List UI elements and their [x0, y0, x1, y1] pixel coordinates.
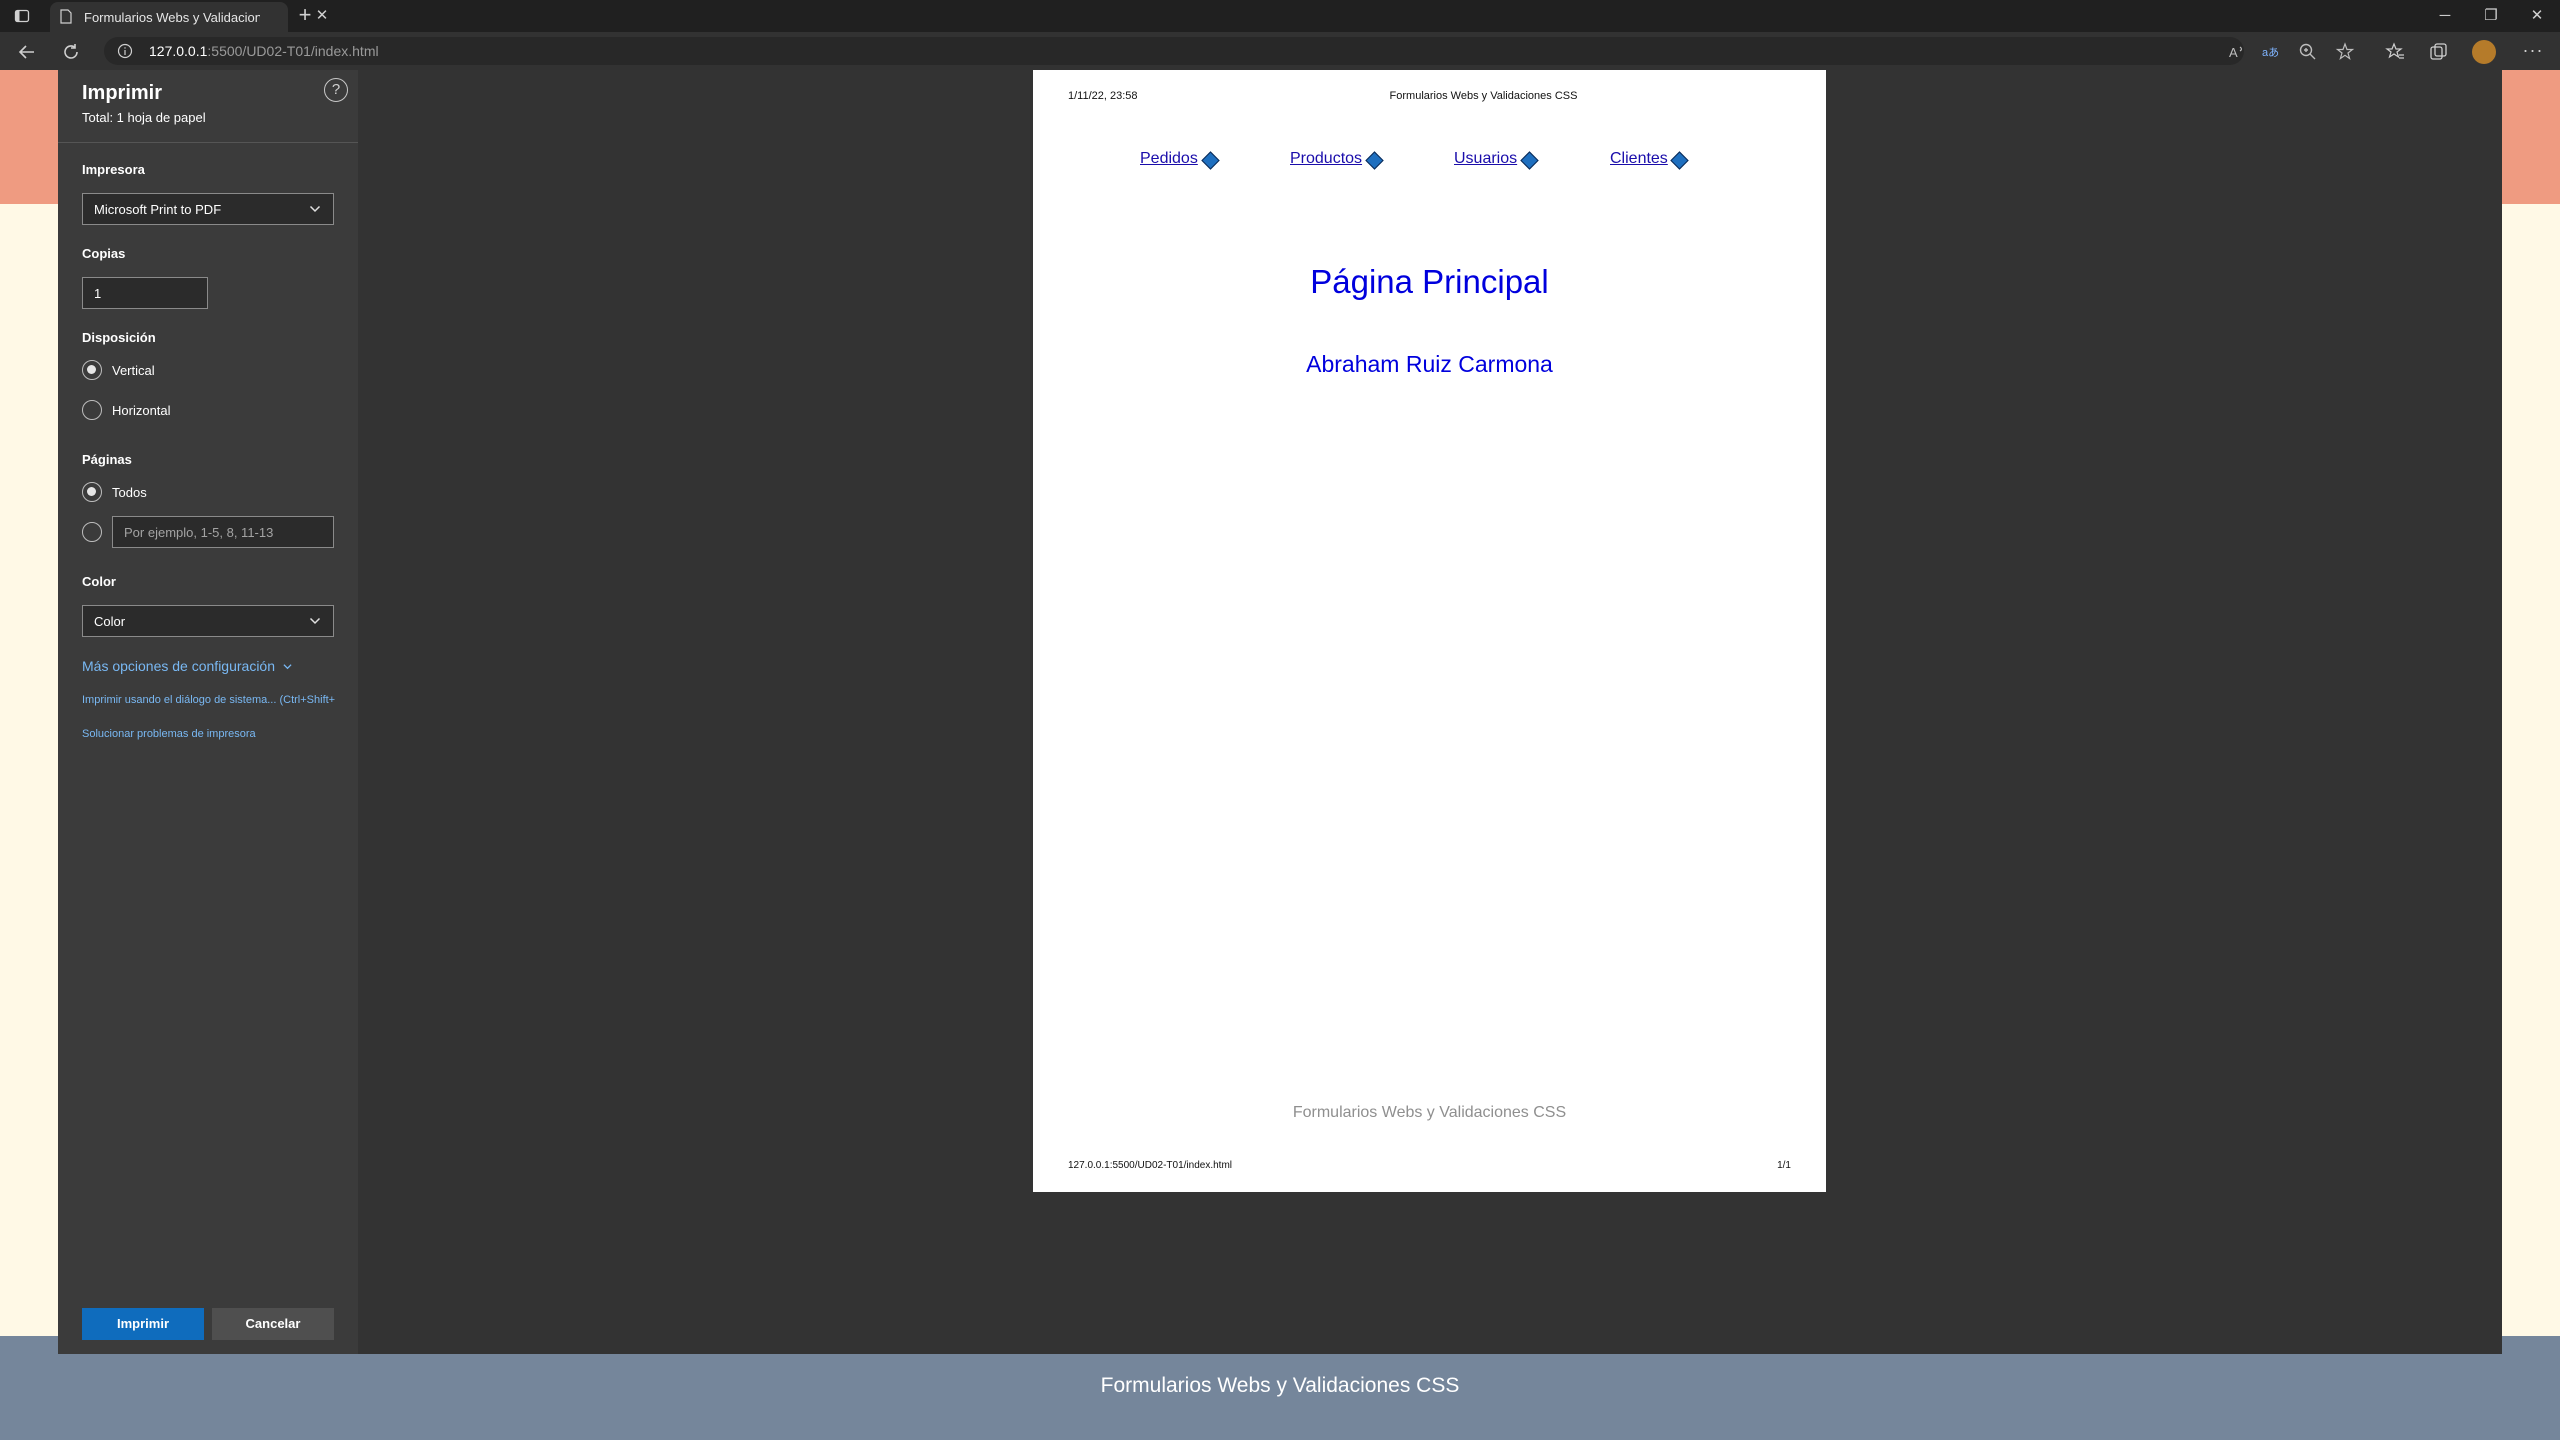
- layout-horizontal-radio[interactable]: [82, 400, 102, 420]
- collections-icon[interactable]: [2428, 41, 2450, 63]
- print-settings-panel: Imprimir Total: 1 hoja de papel ? Impres…: [58, 70, 358, 1354]
- system-dialog-link[interactable]: Imprimir usando el diálogo de sistema...…: [82, 694, 335, 706]
- page-footer-text: Formularios Webs y Validaciones CSS: [1100, 1374, 1460, 1397]
- close-tab-icon[interactable]: ✕: [314, 8, 330, 24]
- preview-page-footer: Formularios Webs y Validaciones CSS: [1292, 1104, 1567, 1121]
- color-select[interactable]: Color: [82, 605, 334, 637]
- close-window-button[interactable]: ✕: [2527, 6, 2547, 26]
- add-favorite-icon[interactable]: [2334, 41, 2356, 63]
- pages-range-input[interactable]: Por ejemplo, 1-5, 8, 11-13: [112, 516, 334, 548]
- url-text: 127.0.0.1:5500/UD02-T01/index.html: [149, 43, 379, 59]
- printer-label: Impresora: [82, 162, 145, 177]
- copies-label: Copias: [82, 246, 126, 261]
- zoom-icon[interactable]: [2297, 41, 2319, 63]
- chevron-down-icon: [309, 617, 321, 625]
- title-bar: Formularios Webs y Validaciones CSS ✕ + …: [0, 0, 2560, 32]
- restore-button[interactable]: ❐: [2481, 6, 2501, 26]
- read-aloud-icon[interactable]: A: [2226, 41, 2248, 63]
- color-label: Color: [82, 574, 116, 589]
- layout-label: Disposición: [82, 330, 156, 345]
- nav-link-productos: Productos: [1290, 150, 1363, 167]
- diamond-icon: [1670, 151, 1689, 170]
- url-bar[interactable]: 127.0.0.1:5500/UD02-T01/index.html: [104, 37, 2244, 65]
- preview-footer-url: 127.0.0.1:5500/UD02-T01/index.html: [1068, 1160, 1232, 1171]
- chevron-down-icon: [283, 664, 292, 670]
- preview-page-number: 1/1: [1777, 1160, 1791, 1171]
- print-preview-page: 1/11/22, 23:58 Formularios Webs y Valida…: [1033, 70, 1826, 1192]
- favorites-icon[interactable]: [2384, 41, 2406, 63]
- refresh-button[interactable]: [60, 41, 82, 63]
- preview-heading: Página Principal: [1310, 263, 1549, 300]
- layout-vertical-radio[interactable]: [82, 360, 102, 380]
- chevron-down-icon: [309, 205, 321, 213]
- pages-label: Páginas: [82, 452, 132, 467]
- diamond-icon: [1520, 151, 1539, 170]
- more-menu-icon[interactable]: ···: [2522, 40, 2544, 62]
- preview-header-title: Formularios Webs y Validaciones CSS: [1389, 90, 1578, 102]
- diamond-icon: [1365, 151, 1384, 170]
- printer-select[interactable]: Microsoft Print to PDF: [82, 193, 334, 225]
- pages-all-radio[interactable]: [82, 482, 102, 502]
- nav-link-clientes: Clientes: [1610, 150, 1668, 167]
- divider: [58, 142, 358, 143]
- sheet-count: Total: 1 hoja de papel: [82, 110, 206, 125]
- cancel-button[interactable]: Cancelar: [212, 1308, 334, 1340]
- layout-horizontal-label: Horizontal: [112, 403, 171, 418]
- minimize-button[interactable]: ─: [2435, 6, 2455, 26]
- copies-input[interactable]: 1: [82, 277, 208, 309]
- troubleshoot-link[interactable]: Solucionar problemas de impresora: [82, 728, 256, 740]
- profile-avatar[interactable]: [2472, 40, 2496, 64]
- tab-title: Formularios Webs y Validaciones CSS: [84, 10, 260, 25]
- pages-custom-radio[interactable]: [82, 522, 102, 542]
- print-dialog: Imprimir Total: 1 hoja de papel ? Impres…: [58, 70, 2502, 1354]
- svg-text:aあ: aあ: [2262, 46, 2279, 59]
- translate-icon[interactable]: aあ: [2260, 41, 2282, 63]
- tab-actions-icon[interactable]: [14, 8, 30, 24]
- document-icon: [60, 9, 72, 24]
- back-button[interactable]: [16, 41, 38, 63]
- help-icon[interactable]: ?: [324, 78, 348, 102]
- nav-link-usuarios: Usuarios: [1454, 150, 1518, 167]
- print-button[interactable]: Imprimir: [82, 1308, 204, 1340]
- nav-link-pedidos: Pedidos: [1140, 150, 1198, 167]
- diamond-icon: [1201, 151, 1220, 170]
- info-icon[interactable]: [117, 43, 133, 59]
- new-tab-button[interactable]: +: [294, 4, 316, 27]
- layout-vertical-label: Vertical: [112, 363, 155, 378]
- address-bar: 127.0.0.1:5500/UD02-T01/index.html A aあ …: [0, 32, 2560, 70]
- svg-text:A: A: [2229, 45, 2238, 60]
- browser-tab[interactable]: Formularios Webs y Validaciones CSS ✕: [50, 2, 328, 32]
- dialog-title: Imprimir: [82, 82, 163, 104]
- preview-author: Abraham Ruiz Carmona: [1306, 351, 1553, 377]
- more-settings-link[interactable]: Más opciones de configuración: [82, 658, 292, 674]
- pages-all-label: Todos: [112, 485, 147, 500]
